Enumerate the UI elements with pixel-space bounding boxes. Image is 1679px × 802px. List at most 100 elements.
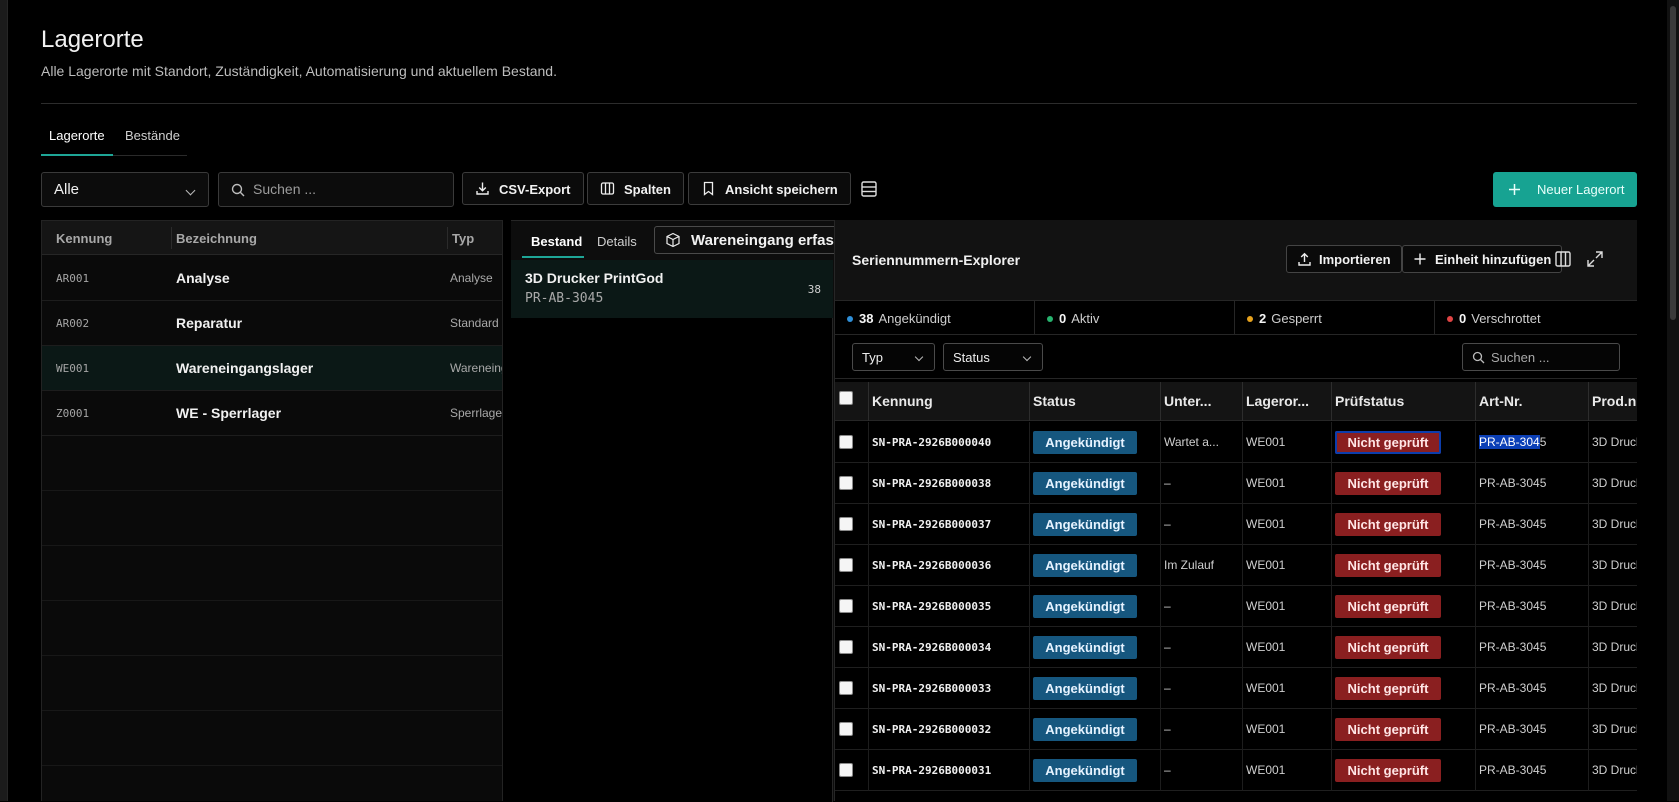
serial-row[interactable]: SN-PRA-2926B000036 Angekündigt Im Zulauf WE… [835, 545, 1637, 586]
serial-row[interactable]: SN-PRA-2926B000038 Angekündigt – WE001 Nicht… [835, 463, 1637, 504]
add-unit-button[interactable]: Einheit hinzufügen [1402, 245, 1563, 273]
tab-bestand[interactable]: Bestand [531, 234, 582, 249]
serial-row[interactable]: SN-PRA-2926B000034 Angekündigt – WE001 Nicht… [835, 627, 1637, 668]
search-icon [231, 183, 245, 197]
location-row[interactable]: AR001 Analyse Analyse [42, 256, 502, 301]
plus-icon [1509, 184, 1520, 195]
header-bezeichnung[interactable]: Bezeichnung [176, 231, 257, 246]
column-separator [868, 586, 869, 627]
stat-aktiv[interactable]: 0 Aktiv [1035, 301, 1235, 335]
stat-verschrottet[interactable]: 0 Verschrottet [1435, 301, 1637, 335]
tab-details[interactable]: Details [597, 234, 637, 249]
header-status[interactable]: Status [1033, 393, 1076, 409]
check-status-badge: Nicht geprüft [1335, 759, 1441, 782]
serial-row[interactable]: SN-PRA-2926B000032 Angekündigt – WE001 Nicht… [835, 709, 1637, 750]
tab-bestaende[interactable]: Bestände [125, 128, 180, 143]
column-separator [868, 422, 869, 463]
explorer-header: Seriennummern-Explorer Importieren Einhe… [835, 220, 1637, 301]
location-row[interactable]: Z0001 WE - Sperrlager Sperrlager [42, 391, 502, 436]
row-checkbox[interactable] [839, 722, 853, 736]
row-checkbox[interactable] [839, 681, 853, 695]
check-status-badge: Nicht geprüft [1335, 513, 1441, 536]
select-all-checkbox[interactable] [839, 391, 853, 405]
column-separator [1588, 709, 1589, 750]
serial-row[interactable]: SN-PRA-2926B000040 Angekündigt Wartet a...… [835, 422, 1637, 463]
window-left-edge [0, 0, 8, 801]
column-separator [1160, 668, 1161, 709]
column-separator [1588, 382, 1589, 421]
scrollbar-thumb[interactable] [1670, 6, 1676, 320]
page-title: Lagerorte [41, 26, 144, 53]
header-unterstatus[interactable]: Unter... [1164, 393, 1239, 409]
row-checkbox[interactable] [839, 476, 853, 490]
download-icon [476, 182, 489, 195]
expand-icon[interactable] [1585, 249, 1605, 269]
row-checkbox[interactable] [839, 517, 853, 531]
location-row[interactable]: AR002 Reparatur Standard [42, 301, 502, 346]
tab-lagerorte[interactable]: Lagerorte [49, 128, 105, 143]
stat-count: 2 [1259, 311, 1267, 326]
column-separator [1242, 750, 1243, 791]
header-kennung[interactable]: Kennung [872, 393, 933, 409]
search-input[interactable] [253, 181, 443, 197]
search-box[interactable] [218, 172, 454, 207]
filter-select[interactable]: Alle [41, 172, 209, 207]
save-view-button[interactable]: Ansicht speichern [688, 172, 851, 205]
column-separator [1475, 668, 1476, 709]
location-type: Sperrlager [450, 406, 502, 420]
header-artnr[interactable]: Art-Nr. [1479, 393, 1523, 409]
package-icon [666, 232, 680, 248]
serial-row[interactable]: SN-PRA-2926B000031 Angekündigt – WE001 Nicht… [835, 750, 1637, 791]
page-scrollbar[interactable] [1667, 0, 1679, 801]
active-tab-indicator [41, 154, 113, 156]
status-badge: Angekündigt [1033, 718, 1137, 741]
header-produkt[interactable]: Prod.n [1592, 393, 1637, 409]
article-text: PR-AB-3045 [1479, 517, 1547, 531]
column-separator [1588, 668, 1589, 709]
new-location-button[interactable]: Neuer Lagerort [1493, 172, 1637, 207]
stat-label: Gesperrt [1271, 311, 1322, 326]
column-separator [447, 227, 448, 249]
empty-row [42, 436, 502, 491]
explorer-search[interactable] [1462, 343, 1620, 371]
row-checkbox[interactable] [839, 599, 853, 613]
serial-row[interactable]: SN-PRA-2926B000033 Angekündigt – WE001 Nicht… [835, 668, 1637, 709]
columns-button[interactable]: Spalten [587, 172, 684, 205]
serial-row[interactable]: SN-PRA-2926B000037 Angekündigt – WE001 Nicht… [835, 504, 1637, 545]
stat-angekuendigt[interactable]: 38 Angekündigt [835, 301, 1035, 335]
check-status-badge: Nicht geprüft [1335, 636, 1441, 659]
status-filter[interactable]: Status [943, 343, 1043, 371]
density-icon[interactable] [858, 178, 880, 200]
row-checkbox[interactable] [839, 640, 853, 654]
search-icon [1472, 351, 1485, 364]
location-list-header: Kennung Bezeichnung Typ [42, 221, 502, 255]
stock-item[interactable]: 3D Drucker PrintGod PR-AB-3045 38 [511, 260, 833, 318]
header-pruefstatus[interactable]: Prüfstatus [1335, 393, 1404, 409]
wareneingang-button[interactable]: Wareneingang erfassen [654, 226, 839, 254]
stat-gesperrt[interactable]: 2 Gesperrt [1235, 301, 1435, 335]
type-filter[interactable]: Typ [852, 343, 935, 371]
location-row-selected[interactable]: WE001 Wareneingangslager Wareneingang [42, 346, 502, 391]
row-checkbox[interactable] [839, 558, 853, 572]
article-text: PR-AB-3045 [1479, 599, 1547, 613]
explorer-search-input[interactable] [1491, 350, 1611, 365]
row-checkbox[interactable] [839, 435, 853, 449]
status-dot [1047, 315, 1053, 322]
substatus: – [1164, 763, 1171, 777]
serial-row[interactable]: SN-PRA-2926B000035 Angekündigt – WE001 Nicht… [835, 586, 1637, 627]
row-checkbox[interactable] [839, 763, 853, 777]
article-number: PR-AB-3045 [1479, 681, 1585, 695]
column-separator [171, 227, 172, 249]
column-separator [1242, 627, 1243, 668]
header-typ[interactable]: Typ [452, 231, 474, 246]
location-code: AR002 [56, 317, 90, 330]
upload-icon [1298, 252, 1311, 266]
csv-export-button[interactable]: CSV-Export [462, 172, 584, 205]
substatus: – [1164, 640, 1171, 654]
empty-row [42, 546, 502, 601]
import-button[interactable]: Importieren [1286, 245, 1402, 273]
header-kennung[interactable]: Kennung [56, 231, 112, 246]
columns-icon[interactable] [1553, 249, 1573, 269]
header-lagerort[interactable]: Lageror... [1246, 393, 1324, 409]
article-text: PR-AB-3045 [1479, 763, 1547, 777]
